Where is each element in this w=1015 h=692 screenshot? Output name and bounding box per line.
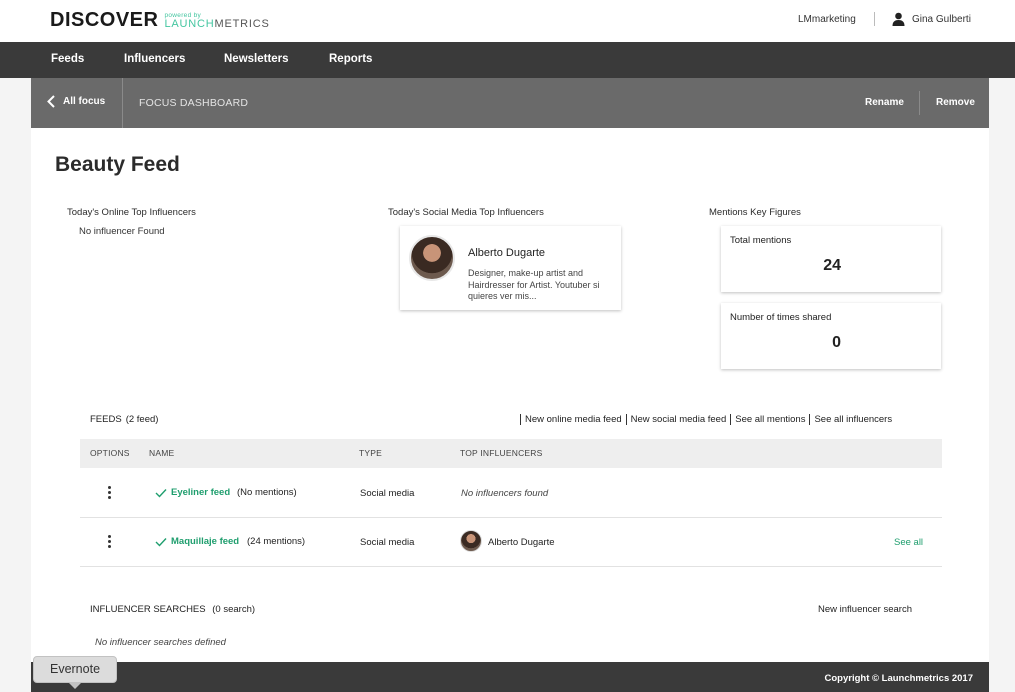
feed-mentions-count: (No mentions) — [237, 487, 297, 498]
nav-item-influencers[interactable]: Influencers — [124, 53, 185, 65]
nav-item-reports[interactable]: Reports — [329, 53, 372, 65]
evernote-button[interactable]: Evernote — [33, 656, 117, 683]
column-name: NAME — [149, 448, 175, 458]
options-menu-icon[interactable] — [108, 535, 112, 550]
new-online-media-feed-link[interactable]: New online media feed — [520, 414, 626, 425]
influencer-card[interactable]: Alberto Dugarte Designer, make-up artist… — [400, 226, 621, 310]
feed-influencers-empty: No influencers found — [461, 488, 549, 499]
logo-sub: powered by LAUNCHMETRICS — [164, 12, 269, 31]
times-shared-card: Number of times shared 0 — [721, 303, 941, 369]
evernote-tooltip-arrow — [69, 683, 81, 689]
logo-brand-rest: METRICS — [214, 18, 270, 30]
logo-brand-accent: LAUNCH — [164, 18, 215, 30]
see-all-link[interactable]: See all — [894, 537, 923, 548]
feed-type: Social media — [360, 488, 415, 499]
subheader-title: FOCUS DASHBOARD — [139, 97, 249, 109]
nav-item-newsletters[interactable]: Newsletters — [224, 53, 289, 65]
feed-name-link[interactable]: Maquillaje feed — [171, 536, 239, 547]
discover-logo[interactable]: DISCOVER powered by LAUNCHMETRICS — [50, 9, 270, 32]
top-header: DISCOVER powered by LAUNCHMETRICS LMmark… — [0, 0, 1015, 42]
back-button[interactable]: All focus — [47, 95, 105, 108]
social-influencers-heading: Today's Social Media Top Influencers — [388, 207, 544, 218]
main-nav: Feeds Influencers Newsletters Reports — [0, 42, 1015, 78]
chevron-left-icon — [47, 95, 55, 108]
key-figures-heading: Mentions Key Figures — [709, 207, 801, 218]
subheader-divider — [122, 78, 123, 128]
feeds-table-header: OPTIONS NAME TYPE TOP INFLUENCERS — [80, 439, 942, 468]
column-options: OPTIONS — [90, 448, 130, 458]
avatar — [409, 235, 455, 281]
rename-button[interactable]: Rename — [865, 97, 904, 108]
logo-main-text: DISCOVER — [50, 9, 159, 31]
back-label: All focus — [63, 96, 106, 107]
kpi-value: 24 — [823, 257, 841, 274]
influencer-searches-count: (0 search) — [212, 604, 256, 615]
feed-type: Social media — [360, 537, 415, 548]
logo-brand-text: LAUNCHMETRICS — [164, 19, 269, 30]
check-icon — [155, 538, 167, 547]
page-gutter-left — [0, 78, 31, 692]
online-influencers-heading: Today's Online Top Influencers — [67, 207, 196, 218]
total-mentions-card: Total mentions 24 — [721, 226, 941, 292]
feed-name-link[interactable]: Eyeliner feed — [171, 487, 230, 498]
top-influencer-name[interactable]: Alberto Dugarte — [488, 537, 555, 548]
focus-subheader: All focus FOCUS DASHBOARD Rename Remove — [31, 78, 989, 128]
see-all-influencers-link[interactable]: See all influencers — [809, 414, 896, 425]
influencer-name: Alberto Dugarte — [468, 247, 546, 259]
nav-item-feeds[interactable]: Feeds — [51, 53, 84, 65]
remove-button[interactable]: Remove — [936, 97, 975, 108]
footer: Copyright © Launchmetrics 2017 — [31, 662, 989, 692]
influencer-description: Designer, make-up artist and Hairdresser… — [468, 268, 600, 301]
influencer-searches-empty: No influencer searches defined — [95, 637, 226, 648]
feeds-count: (2 feed) — [125, 414, 159, 425]
feeds-title: FEEDS — [90, 414, 122, 425]
user-menu[interactable]: Gina Gulberti — [912, 14, 971, 25]
subheader-action-divider — [919, 91, 920, 115]
page-title: Beauty Feed — [55, 153, 180, 176]
header-divider — [874, 12, 875, 26]
feed-mentions-count: (24 mentions) — [247, 536, 306, 547]
options-menu-icon[interactable] — [108, 486, 112, 501]
user-icon — [892, 12, 905, 26]
table-row: Eyeliner feed (No mentions) Social media… — [80, 469, 942, 518]
kpi-label: Number of times shared — [730, 312, 832, 323]
column-top-influencers: TOP INFLUENCERS — [460, 448, 543, 458]
influencer-searches-title: INFLUENCER SEARCHES — [90, 604, 206, 615]
new-influencer-search-link[interactable]: New influencer search — [818, 604, 912, 615]
copyright-text: Copyright © Launchmetrics 2017 — [824, 673, 973, 684]
online-influencers-empty: No influencer Found — [79, 226, 165, 237]
kpi-value: 0 — [832, 334, 841, 351]
check-icon — [155, 489, 167, 498]
feed-actions: New online media feed New social media f… — [520, 414, 896, 425]
avatar — [460, 530, 482, 552]
new-social-media-feed-link[interactable]: New social media feed — [625, 414, 731, 425]
column-type: TYPE — [359, 448, 383, 458]
influencer-searches-heading: INFLUENCER SEARCHES (0 search) — [90, 604, 255, 615]
feeds-heading: FEEDS (2 feed) — [90, 414, 158, 425]
table-row: Maquillaje feed (24 mentions) Social med… — [80, 518, 942, 567]
see-all-mentions-link[interactable]: See all mentions — [730, 414, 809, 425]
account-switcher[interactable]: LMmarketing — [798, 14, 856, 25]
kpi-label: Total mentions — [730, 235, 792, 246]
page-gutter-right — [989, 78, 1015, 692]
